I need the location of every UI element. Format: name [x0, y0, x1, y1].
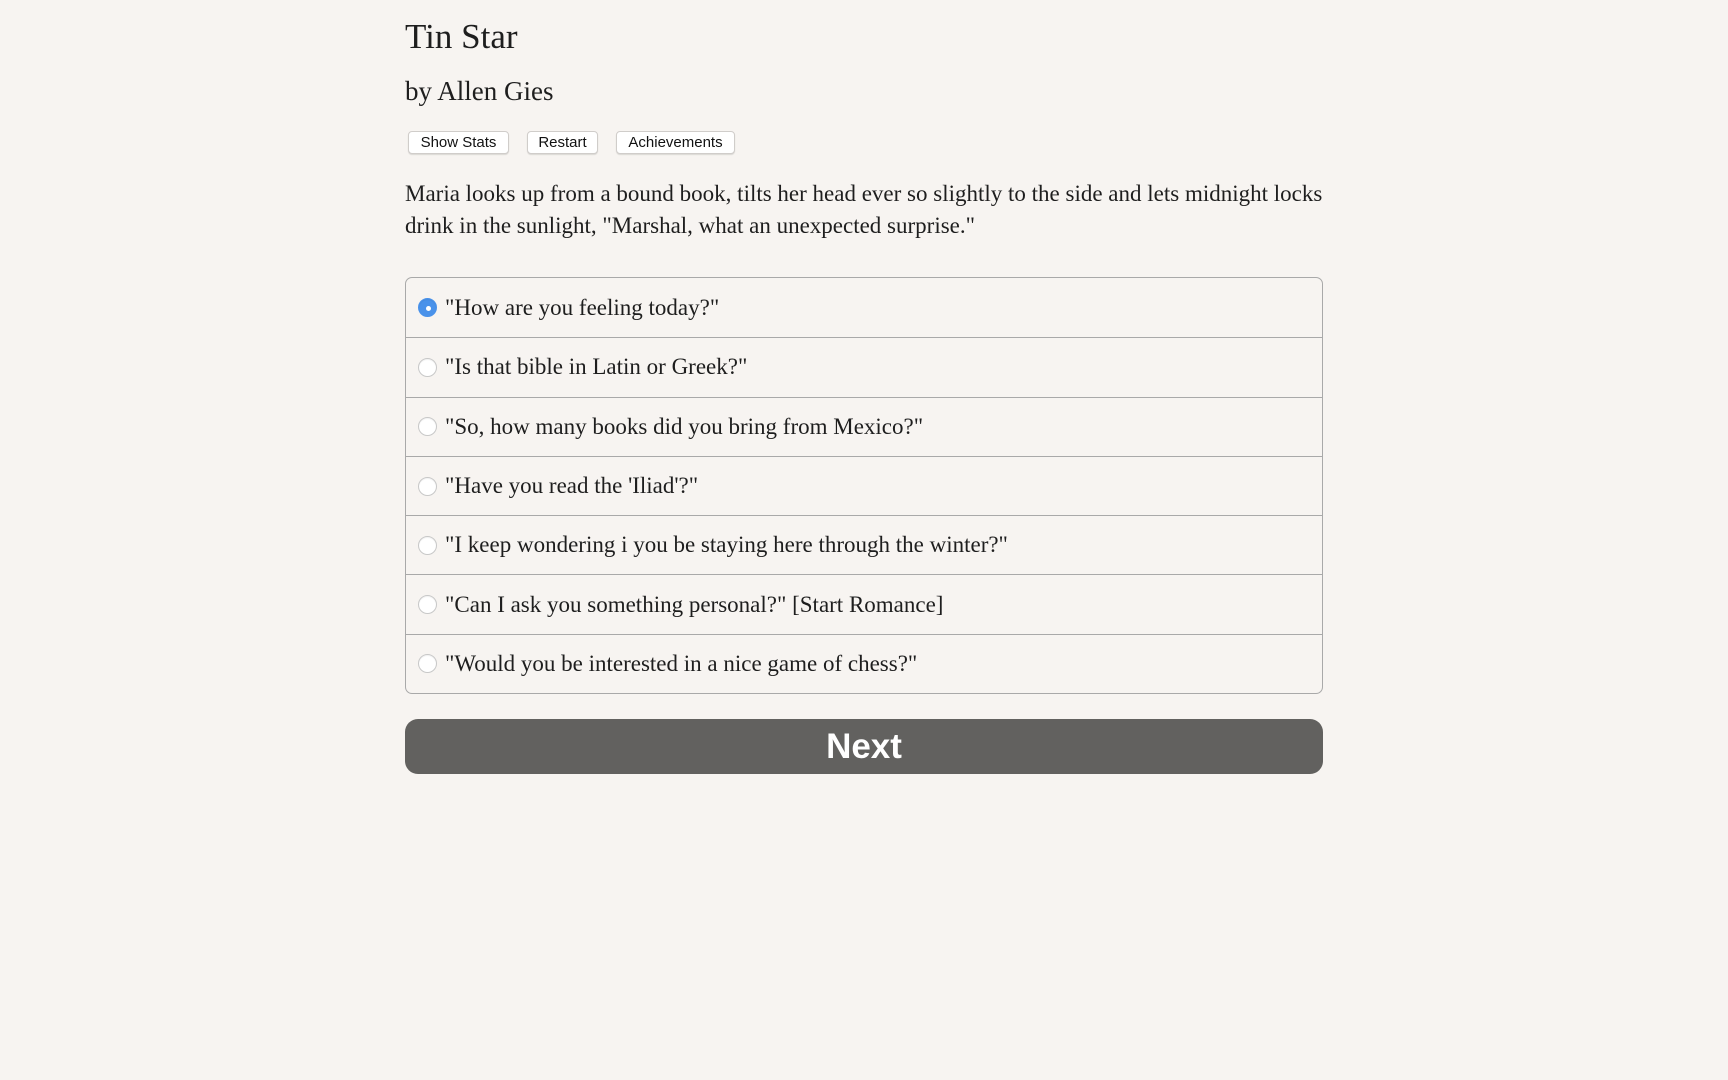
choice-option[interactable]: "Can I ask you something personal?" [Sta… [406, 574, 1322, 633]
radio-button[interactable] [418, 535, 437, 555]
show-stats-button[interactable]: Show Stats [408, 131, 509, 154]
choice-option[interactable]: "Would you be interested in a nice game … [406, 633, 1322, 693]
toolbar: Show Stats Restart Achievements [408, 131, 735, 154]
next-button[interactable]: Next [405, 719, 1323, 774]
choice-label: "Is that bible in Latin or Greek?" [445, 354, 748, 380]
story-text: Maria looks up from a bound book, tilts … [405, 181, 1323, 238]
choice-option[interactable]: "I keep wondering i you be staying here … [406, 515, 1322, 574]
choice-label: "Would you be interested in a nice game … [445, 650, 918, 676]
choice-label: "Have you read the 'Iliad'?" [445, 473, 699, 499]
radio-button-selected[interactable] [418, 298, 437, 318]
choice-list: "How are you feeling today?" "Is that bi… [405, 277, 1323, 695]
choice-option[interactable]: "How are you feeling today?" [406, 278, 1322, 337]
game-author: by Allen Gies [405, 76, 554, 106]
choice-option[interactable]: "Is that bible in Latin or Greek?" [406, 337, 1322, 396]
choice-label: "How are you feeling today?" [445, 294, 720, 320]
radio-button[interactable] [418, 417, 437, 437]
choice-label: "I keep wondering i you be staying here … [445, 532, 1008, 558]
choice-label: "So, how many books did you bring from M… [445, 413, 924, 439]
choice-option[interactable]: "Have you read the 'Iliad'?" [406, 455, 1322, 515]
restart-button[interactable]: Restart [527, 131, 598, 154]
choice-label: "Can I ask you something personal?" [Sta… [445, 591, 944, 617]
choice-option[interactable]: "So, how many books did you bring from M… [406, 396, 1322, 456]
achievements-button[interactable]: Achievements [616, 131, 735, 154]
game-title: Tin Star [405, 17, 518, 56]
radio-button[interactable] [418, 357, 437, 377]
radio-button[interactable] [418, 476, 437, 496]
radio-button[interactable] [418, 595, 437, 615]
radio-button[interactable] [418, 654, 437, 674]
